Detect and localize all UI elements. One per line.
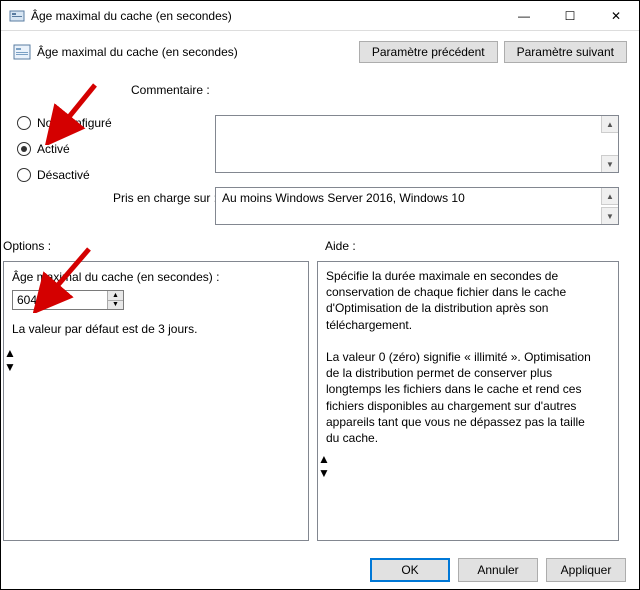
header-row: Âge maximal du cache (en secondes) Param… (13, 41, 627, 63)
radio-enabled[interactable]: Activé (17, 137, 112, 161)
radio-disabled[interactable]: Désactivé (17, 163, 112, 187)
comment-label: Commentaire : (131, 83, 210, 97)
radio-not-configured[interactable]: Non configuré (17, 111, 112, 135)
help-label: Aide : (325, 239, 356, 253)
maximize-button[interactable]: ☐ (547, 1, 593, 31)
options-label: Options : (3, 239, 51, 253)
policy-icon (13, 43, 31, 61)
policy-title: Âge maximal du cache (en secondes) (37, 45, 353, 59)
radio-label: Désactivé (37, 168, 90, 182)
window-title: Âge maximal du cache (en secondes) (31, 9, 501, 23)
scroll-down-icon[interactable]: ▼ (601, 155, 618, 172)
options-panel: Âge maximal du cache (en secondes) : ▲ ▼… (3, 261, 309, 541)
previous-setting-button[interactable]: Paramètre précédent (359, 41, 498, 63)
state-radio-group: Non configuré Activé Désactivé (17, 111, 112, 189)
scroll-up-icon[interactable]: ▲ (4, 346, 308, 360)
default-note: La valeur par défaut est de 3 jours. (4, 312, 308, 346)
comment-textarea[interactable]: ▲ ▼ (215, 115, 619, 173)
scroll-down-icon[interactable]: ▼ (318, 466, 618, 480)
spinner-down-icon[interactable]: ▼ (108, 301, 123, 310)
dialog-footer: OK Annuler Appliquer (370, 558, 626, 582)
radio-icon (17, 142, 31, 156)
app-icon (9, 8, 25, 24)
help-panel: Spécifie la durée maximale en secondes d… (317, 261, 619, 541)
cache-age-input[interactable] (13, 291, 107, 309)
apply-button[interactable]: Appliquer (546, 558, 626, 582)
spinner-up-icon[interactable]: ▲ (108, 291, 123, 301)
next-setting-button[interactable]: Paramètre suivant (504, 41, 627, 63)
scroll-up-icon[interactable]: ▲ (601, 188, 618, 205)
supported-on-box: Au moins Windows Server 2016, Windows 10… (215, 187, 619, 225)
minimize-button[interactable]: — (501, 1, 547, 31)
help-paragraph: Spécifie la durée maximale en secondes d… (326, 268, 596, 333)
scroll-down-icon[interactable]: ▼ (601, 207, 618, 224)
radio-label: Activé (37, 142, 70, 156)
ok-button[interactable]: OK (370, 558, 450, 582)
cache-age-spinner[interactable]: ▲ ▼ (12, 290, 124, 310)
close-button[interactable]: ✕ (593, 1, 639, 31)
scroll-down-icon[interactable]: ▼ (4, 360, 308, 374)
radio-icon (17, 168, 31, 182)
supported-on-text: Au moins Windows Server 2016, Windows 10 (216, 188, 618, 208)
titlebar: Âge maximal du cache (en secondes) — ☐ ✕ (1, 1, 639, 31)
radio-label: Non configuré (37, 116, 112, 130)
scroll-up-icon[interactable]: ▲ (318, 452, 618, 466)
option-field-label: Âge maximal du cache (en secondes) : (4, 262, 308, 288)
cancel-button[interactable]: Annuler (458, 558, 538, 582)
help-paragraph: La valeur 0 (zéro) signifie « illimité »… (326, 349, 596, 446)
scroll-up-icon[interactable]: ▲ (601, 116, 618, 133)
radio-icon (17, 116, 31, 130)
supported-label: Pris en charge sur : (113, 191, 217, 205)
